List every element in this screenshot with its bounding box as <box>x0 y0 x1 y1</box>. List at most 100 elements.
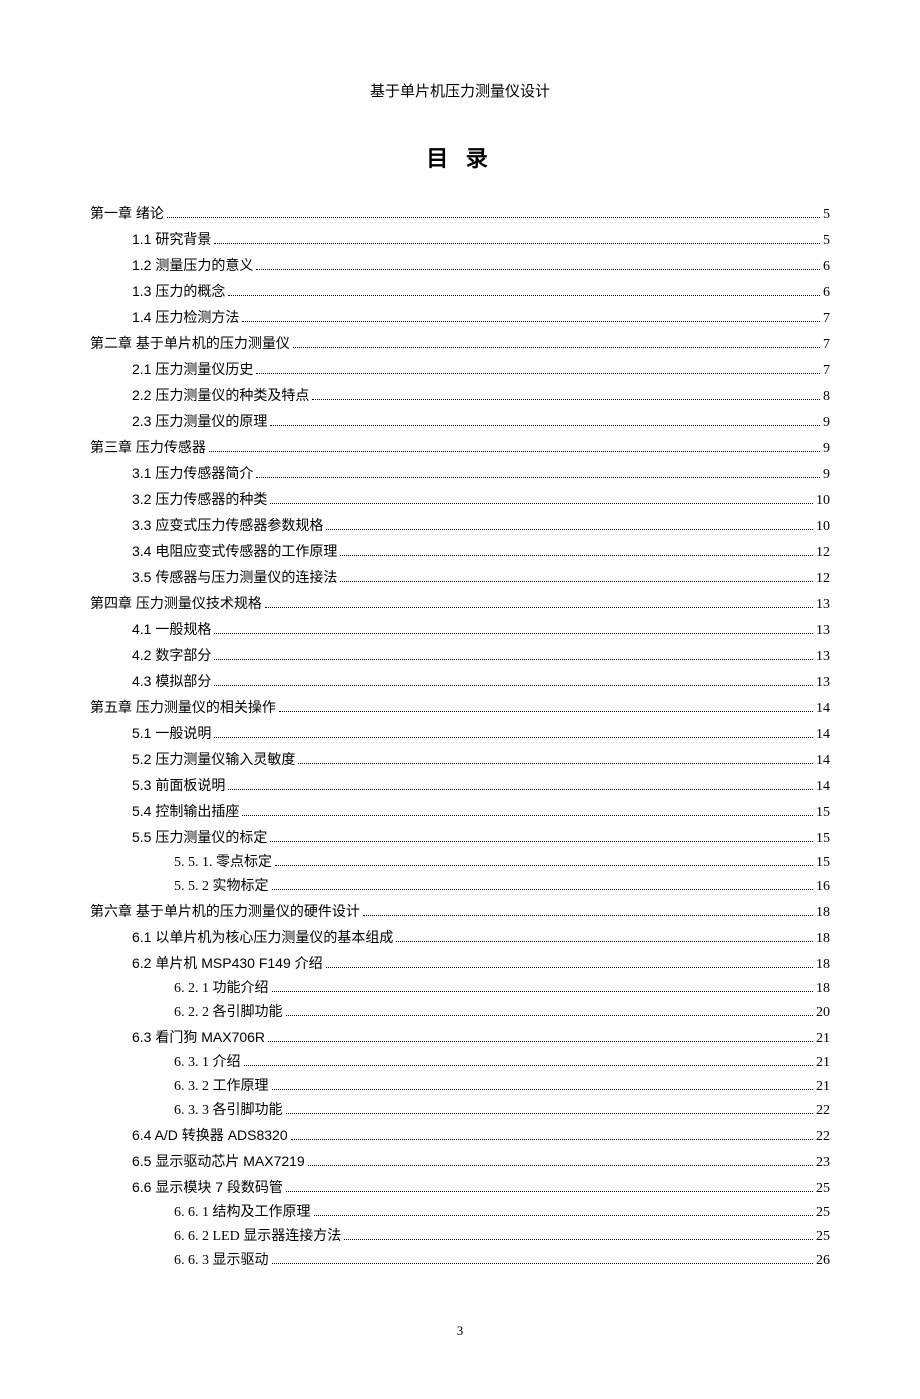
toc-entry-label: 5.5 压力测量仪的标定 <box>132 825 267 849</box>
toc-entry-label: 5.4 控制输出插座 <box>132 799 239 823</box>
toc-entry-page: 8 <box>823 385 830 409</box>
toc-entry: 6.6 显示模块 7 段数码管 25 <box>90 1175 830 1201</box>
toc-entry-page: 25 <box>816 1225 830 1249</box>
toc-entry-leader-dots <box>214 633 813 634</box>
toc-entry-page: 13 <box>816 619 830 643</box>
toc-entry: 6. 2. 2 各引脚功能20 <box>90 1001 830 1025</box>
toc-entry: 1.4 压力检测方法7 <box>90 305 830 331</box>
toc-entry-leader-dots <box>272 991 814 992</box>
toc-entry-label: 4.3 模拟部分 <box>132 669 211 693</box>
toc-entry: 5.5 压力测量仪的标定15 <box>90 825 830 851</box>
toc-entry-page: 21 <box>816 1075 830 1099</box>
toc-entry-label: 6.2 单片机 MSP430 F149 介绍 <box>132 951 323 975</box>
toc-entry-leader-dots <box>344 1239 813 1240</box>
toc-entry-leader-dots <box>293 347 820 348</box>
toc-entry-label: 4.1 一般规格 <box>132 617 211 641</box>
toc-entry: 6. 3. 2 工作原理 21 <box>90 1075 830 1099</box>
toc-entry-label: 6. 3. 2 工作原理 <box>174 1075 269 1099</box>
toc-entry-label: 6.5 显示驱动芯片 MAX7219 <box>132 1149 305 1173</box>
toc-entry-page: 15 <box>816 801 830 825</box>
toc-entry: 3.2 压力传感器的种类10 <box>90 487 830 513</box>
document-header-title: 基于单片机压力测量仪设计 <box>90 80 830 101</box>
toc-entry-label: 2.3 压力测量仪的原理 <box>132 409 267 433</box>
toc-entry-leader-dots <box>326 967 813 968</box>
toc-entry-page: 13 <box>816 593 830 617</box>
toc-entry-page: 14 <box>816 749 830 773</box>
toc-entry-leader-dots <box>228 789 813 790</box>
toc-entry-page: 9 <box>823 437 830 461</box>
toc-entry-leader-dots <box>242 815 813 816</box>
toc-entry-page: 6 <box>823 255 830 279</box>
toc-entry-label: 1.1 研究背景 <box>132 227 211 251</box>
toc-entry-page: 7 <box>823 307 830 331</box>
toc-entry-leader-dots <box>256 373 820 374</box>
toc-entry-label: 5.1 一般说明 <box>132 721 211 745</box>
toc-entry: 第一章 绪论5 <box>90 201 830 227</box>
toc-entry-label: 6.4 A/D 转换器 ADS8320 <box>132 1123 288 1147</box>
toc-entry-page: 13 <box>816 671 830 695</box>
toc-entry-leader-dots <box>298 763 813 764</box>
toc-entry-label: 第三章 压力传感器 <box>90 435 206 459</box>
toc-entry-page: 12 <box>816 567 830 591</box>
toc-entry-page: 18 <box>816 977 830 1001</box>
toc-entry-leader-dots <box>167 217 820 218</box>
toc-entry: 6. 6. 2 LED 显示器连接方法 25 <box>90 1225 830 1249</box>
toc-entry-page: 26 <box>816 1249 830 1273</box>
toc-entry-label: 6.6 显示模块 7 段数码管 <box>132 1175 283 1199</box>
toc-entry-label: 5. 5. 1. 零点标定 <box>174 851 272 875</box>
toc-entry-page: 21 <box>816 1051 830 1075</box>
toc-entry-page: 15 <box>816 851 830 875</box>
toc-entry-leader-dots <box>312 399 820 400</box>
toc-entry-page: 5 <box>823 229 830 253</box>
toc-entry: 第四章 压力测量仪技术规格13 <box>90 591 830 617</box>
toc-entry: 3.4 电阻应变式传感器的工作原理12 <box>90 539 830 565</box>
toc-entry: 5.3 前面板说明14 <box>90 773 830 799</box>
toc-entry-leader-dots <box>209 451 820 452</box>
toc-entry-label: 3.2 压力传感器的种类 <box>132 487 267 511</box>
toc-entry-label: 6. 6. 2 LED 显示器连接方法 <box>174 1225 341 1249</box>
toc-entry-page: 10 <box>816 515 830 539</box>
toc-entry: 5. 5. 2 实物标定16 <box>90 875 830 899</box>
toc-entry-page: 9 <box>823 411 830 435</box>
toc-entry: 第二章 基于单片机的压力测量仪7 <box>90 331 830 357</box>
toc-entry-page: 18 <box>816 953 830 977</box>
toc-entry-page: 22 <box>816 1125 830 1149</box>
toc-entry-leader-dots <box>363 915 813 916</box>
toc-entry-label: 6. 3. 3 各引脚功能 <box>174 1099 283 1123</box>
toc-entry-label: 第二章 基于单片机的压力测量仪 <box>90 331 290 355</box>
toc-entry-page: 18 <box>816 901 830 925</box>
toc-title: 目 录 <box>90 141 830 173</box>
toc-entry-label: 2.1 压力测量仪历史 <box>132 357 253 381</box>
toc-entry-page: 9 <box>823 463 830 487</box>
toc-entry-leader-dots <box>340 581 813 582</box>
toc-entry-page: 25 <box>816 1201 830 1225</box>
toc-entry: 6. 2. 1 功能介绍18 <box>90 977 830 1001</box>
toc-entry-page: 20 <box>816 1001 830 1025</box>
toc-entry-leader-dots <box>256 477 820 478</box>
toc-entry-leader-dots <box>270 841 813 842</box>
toc-entry-page: 25 <box>816 1177 830 1201</box>
toc-entry: 1.2 测量压力的意义6 <box>90 253 830 279</box>
toc-entry-leader-dots <box>214 737 813 738</box>
toc-entry: 第三章 压力传感器 9 <box>90 435 830 461</box>
toc-entry-label: 3.1 压力传感器简介 <box>132 461 253 485</box>
toc-entry-leader-dots <box>242 321 820 322</box>
toc-entry-page: 23 <box>816 1151 830 1175</box>
toc-container: 第一章 绪论51.1 研究背景51.2 测量压力的意义61.3 压力的概念61.… <box>90 201 830 1273</box>
toc-entry-label: 4.2 数字部分 <box>132 643 211 667</box>
toc-entry-leader-dots <box>272 889 814 890</box>
toc-entry: 3.1 压力传感器简介 9 <box>90 461 830 487</box>
toc-entry: 6. 3. 1 介绍21 <box>90 1051 830 1075</box>
toc-entry: 4.2 数字部分13 <box>90 643 830 669</box>
toc-entry-label: 5. 5. 2 实物标定 <box>174 875 269 899</box>
toc-entry-page: 7 <box>823 359 830 383</box>
toc-entry-label: 5.2 压力测量仪输入灵敏度 <box>132 747 295 771</box>
toc-entry: 1.1 研究背景 5 <box>90 227 830 253</box>
toc-entry-label: 6. 6. 1 结构及工作原理 <box>174 1201 311 1225</box>
toc-entry-leader-dots <box>256 269 820 270</box>
toc-entry-leader-dots <box>291 1139 813 1140</box>
toc-entry: 3.3 应变式压力传感器参数规格10 <box>90 513 830 539</box>
toc-entry-leader-dots <box>340 555 813 556</box>
toc-entry-label: 2.2 压力测量仪的种类及特点 <box>132 383 309 407</box>
toc-entry-leader-dots <box>270 425 820 426</box>
